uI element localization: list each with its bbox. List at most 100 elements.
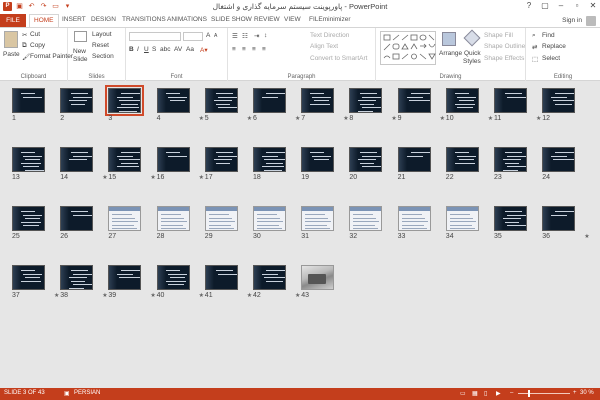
animation-star-icon[interactable]: ★ bbox=[150, 174, 155, 181]
slide-thumbnail-item[interactable]: 22 bbox=[445, 147, 479, 181]
slide-thumbnail-image[interactable] bbox=[12, 147, 45, 172]
slide-thumbnail-image[interactable] bbox=[12, 265, 45, 290]
shape-fill-button[interactable]: Shape Fill bbox=[484, 32, 513, 39]
slide-thumbnail-image[interactable] bbox=[445, 206, 479, 231]
slide-thumbnail-image[interactable] bbox=[253, 88, 286, 113]
slide-thumbnail-image[interactable] bbox=[301, 147, 335, 172]
slide-thumbnail-item[interactable]: 38 ★ bbox=[60, 265, 108, 299]
slide-thumbnail-image[interactable] bbox=[445, 88, 479, 113]
find-button[interactable]: Find bbox=[542, 32, 555, 39]
animation-star-icon[interactable]: ★ bbox=[199, 174, 204, 181]
slide-thumbnail-item[interactable]: 5 ★ bbox=[204, 88, 252, 122]
slide-thumbnail-image[interactable] bbox=[12, 206, 45, 231]
tab-animations[interactable]: ANIMATIONS bbox=[167, 16, 207, 23]
replace-icon[interactable]: ⇄ bbox=[532, 43, 537, 51]
slide-thumbnail-image[interactable] bbox=[156, 88, 190, 113]
tab-insert[interactable]: INSERT bbox=[62, 16, 86, 23]
animation-star-icon[interactable]: ★ bbox=[391, 115, 396, 122]
slide-thumbnail-item[interactable]: 4 ★ bbox=[156, 88, 204, 122]
slide-thumbnail-item[interactable]: 21 bbox=[397, 147, 431, 181]
tab-file[interactable]: FILE bbox=[0, 14, 26, 27]
slide-thumbnail-image[interactable] bbox=[156, 147, 190, 172]
format-painter-button[interactable]: Format Painter bbox=[30, 53, 73, 60]
slide-thumbnail-image[interactable] bbox=[542, 206, 576, 231]
slide-thumbnail-item[interactable]: 35 bbox=[494, 206, 527, 240]
slide-thumbnail-item[interactable]: 13 bbox=[12, 147, 45, 181]
convert-smartart-button[interactable]: Convert to SmartArt bbox=[310, 55, 367, 62]
bullets-icon[interactable]: ☰ bbox=[232, 32, 238, 40]
slide-thumbnail-image[interactable] bbox=[542, 88, 576, 113]
paste-button[interactable]: Paste bbox=[3, 51, 20, 58]
slide-thumbnail-item[interactable]: 3 bbox=[105, 85, 145, 122]
spellcheck-icon[interactable]: ▣ bbox=[64, 390, 70, 397]
help-icon[interactable]: ? bbox=[524, 1, 534, 10]
slide-thumbnail-image[interactable] bbox=[204, 88, 238, 113]
replace-button[interactable]: Replace bbox=[542, 43, 566, 50]
animation-star-icon[interactable]: ★ bbox=[536, 115, 541, 122]
slide-thumbnail-item[interactable]: 25 bbox=[12, 206, 45, 240]
slide-thumbnail-image[interactable] bbox=[301, 265, 335, 290]
character-spacing-button[interactable]: AV bbox=[174, 46, 182, 53]
slide-thumbnail-item[interactable]: 33 bbox=[397, 206, 431, 240]
tab-transitions[interactable]: TRANSITIONS bbox=[122, 16, 166, 23]
slide-thumbnail-image[interactable] bbox=[204, 206, 238, 231]
animation-star-icon[interactable]: ★ bbox=[199, 292, 204, 299]
section-button[interactable]: Section bbox=[92, 53, 114, 60]
minimize-icon[interactable]: – bbox=[556, 1, 566, 10]
slide-thumbnail-item[interactable]: 39 ★ bbox=[108, 265, 156, 299]
slide-thumbnail-item[interactable]: 30 bbox=[253, 206, 286, 240]
slide-thumbnail-item[interactable]: 12 bbox=[542, 88, 576, 122]
slide-thumbnail-item[interactable]: 26 bbox=[60, 206, 94, 240]
quick-styles-icon[interactable] bbox=[463, 29, 481, 47]
align-center-icon[interactable]: ≡ bbox=[242, 46, 246, 53]
slide-thumbnail-item[interactable]: 6 ★ bbox=[253, 88, 300, 122]
slide-thumbnail-item[interactable]: 10 ★ bbox=[445, 88, 493, 122]
restore-icon[interactable]: ▫ bbox=[572, 1, 582, 10]
slide-thumbnail-image[interactable] bbox=[445, 147, 479, 172]
slide-thumbnail-item[interactable]: 14 ★ bbox=[60, 147, 108, 181]
underline-button[interactable]: U bbox=[144, 46, 149, 53]
slide-thumbnail-image[interactable] bbox=[108, 206, 142, 231]
tab-fileminimizer[interactable]: FILEminimizer bbox=[309, 16, 351, 23]
paste-icon[interactable] bbox=[4, 31, 18, 48]
arrange-icon[interactable] bbox=[442, 32, 456, 46]
text-direction-button[interactable]: Text Direction bbox=[310, 32, 349, 39]
slide-thumbnail-item[interactable]: 17 bbox=[204, 147, 238, 181]
tab-home[interactable]: HOME bbox=[29, 14, 59, 27]
font-family-select[interactable] bbox=[129, 32, 181, 41]
slide-thumbnail-image[interactable] bbox=[349, 206, 383, 231]
slide-thumbnail-image[interactable] bbox=[156, 265, 190, 290]
arrange-button[interactable]: Arrange bbox=[439, 50, 462, 57]
slide-thumbnail-image[interactable] bbox=[253, 206, 286, 231]
slide-sorter-view-icon[interactable]: ▦ bbox=[472, 390, 478, 397]
slide-thumbnail-image[interactable] bbox=[108, 147, 142, 172]
slide-thumbnail-item[interactable]: 1 bbox=[12, 88, 45, 122]
quick-styles-button[interactable]: Quick bbox=[464, 50, 481, 57]
slide-thumbnail-image[interactable] bbox=[397, 88, 431, 113]
font-color-icon[interactable]: A▾ bbox=[200, 46, 208, 54]
slide-thumbnail-item[interactable]: 36 ★ bbox=[542, 206, 590, 240]
slide-thumbnail-image[interactable] bbox=[301, 206, 335, 231]
indent-icon[interactable]: ⇥ bbox=[254, 32, 259, 40]
tab-design[interactable]: DESIGN bbox=[91, 16, 116, 23]
slide-thumbnail-item[interactable]: 42 ★ bbox=[253, 265, 300, 299]
animation-star-icon[interactable]: ★ bbox=[247, 292, 252, 299]
select-icon[interactable]: ⬚ bbox=[532, 55, 538, 63]
slide-thumbnail-item[interactable]: 15 ★ bbox=[108, 147, 156, 181]
cut-icon[interactable]: ✂ bbox=[22, 31, 27, 39]
zoom-slider-thumb[interactable] bbox=[528, 390, 530, 397]
animation-star-icon[interactable]: ★ bbox=[102, 292, 107, 299]
shape-effects-button[interactable]: Shape Effects bbox=[484, 55, 524, 62]
justify-icon[interactable]: ≡ bbox=[262, 46, 266, 53]
italic-button[interactable]: I bbox=[137, 46, 139, 53]
zoom-out-icon[interactable]: – bbox=[510, 390, 513, 396]
shrink-font-button[interactable]: A bbox=[214, 33, 217, 39]
copy-icon[interactable]: ⧉ bbox=[22, 42, 27, 50]
slide-thumbnail-image[interactable] bbox=[494, 206, 527, 231]
slide-thumbnail-image[interactable] bbox=[301, 88, 335, 113]
slide-thumbnail-item[interactable]: 27 bbox=[108, 206, 142, 240]
slide-thumbnail-item[interactable]: 43 bbox=[301, 265, 335, 299]
slide-thumbnail-item[interactable]: 37 ★ bbox=[12, 265, 59, 299]
tab-view[interactable]: VIEW bbox=[284, 16, 301, 23]
slide-thumbnail-item[interactable]: 24 bbox=[542, 147, 576, 181]
